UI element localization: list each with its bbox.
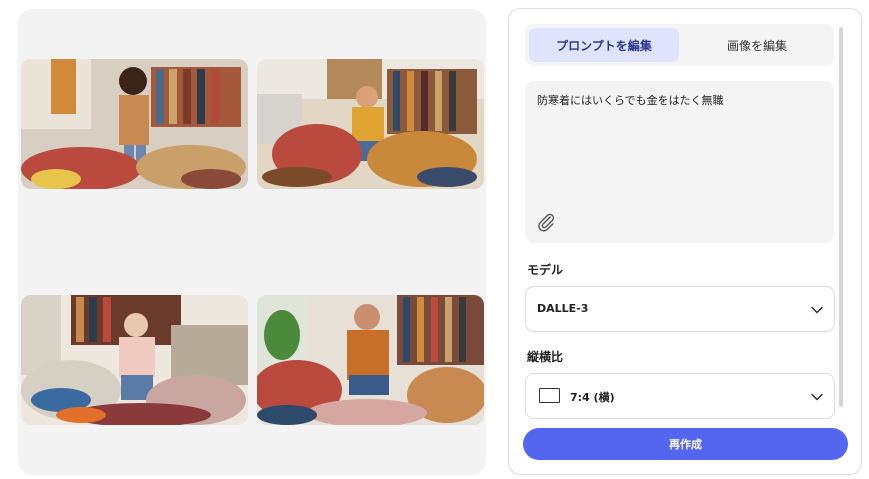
paperclip-icon[interactable]: [535, 211, 557, 233]
edit-mode-tabs: プロンプトを編集 画像を編集: [525, 24, 834, 66]
model-value: DALLE-3: [537, 302, 589, 315]
model-select[interactable]: DALLE-3: [525, 286, 835, 332]
generated-image-3[interactable]: [21, 295, 248, 425]
chevron-down-icon: [811, 306, 823, 314]
tab-edit-image[interactable]: 画像を編集: [682, 28, 832, 62]
aspect-ratio-value: 7:4 (横): [570, 391, 615, 404]
tab-edit-prompt[interactable]: プロンプトを編集: [529, 28, 679, 62]
regenerate-button[interactable]: 再作成: [523, 428, 848, 460]
chevron-down-icon: [811, 393, 823, 401]
aspect-ratio-label: 縦横比: [527, 350, 564, 364]
landscape-rect-icon: [539, 388, 560, 403]
settings-panel: プロンプトを編集 画像を編集 防寒着にはいくらでも金をはたく無職 モデル DAL…: [508, 8, 862, 475]
model-label: モデル: [527, 263, 564, 277]
prompt-text[interactable]: 防寒着にはいくらでも金をはたく無職: [537, 93, 822, 109]
image-gallery: [18, 9, 486, 475]
generated-image-4[interactable]: [257, 295, 484, 425]
aspect-ratio-select[interactable]: 7:4 (横): [525, 373, 835, 419]
generated-image-1[interactable]: [21, 59, 248, 189]
generated-image-2[interactable]: [257, 59, 484, 189]
prompt-textarea[interactable]: 防寒着にはいくらでも金をはたく無職: [525, 81, 834, 243]
panel-scrollbar[interactable]: [839, 27, 843, 407]
